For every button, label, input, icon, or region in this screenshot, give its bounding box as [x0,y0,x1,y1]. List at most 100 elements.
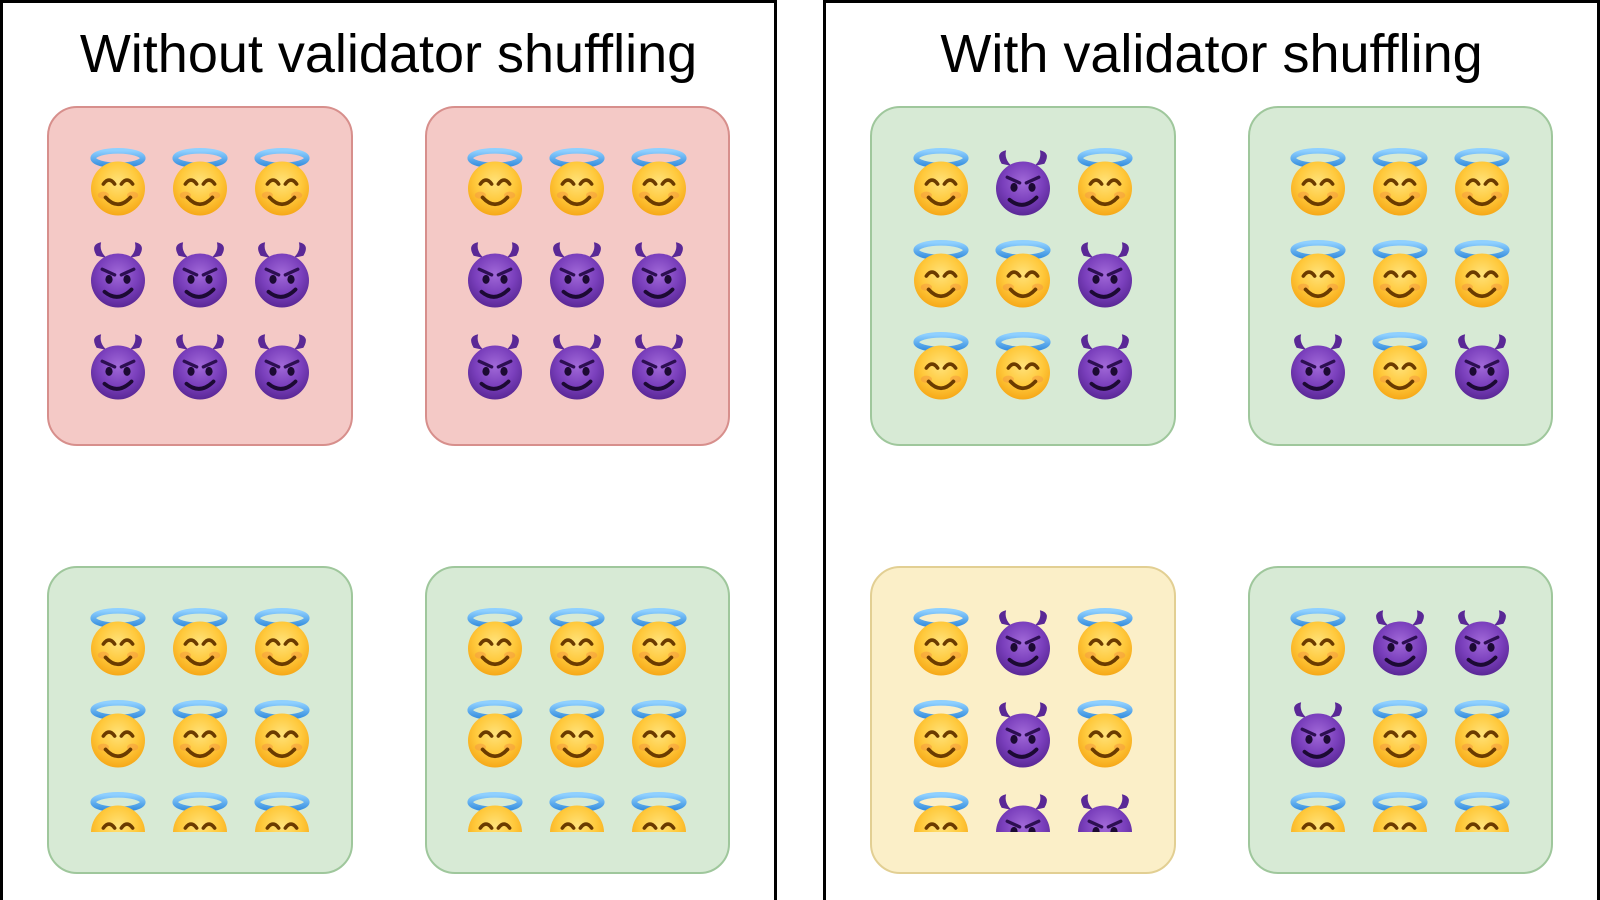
panel-title-without: Without validator shuffling [47,25,730,84]
devil-icon [82,240,154,312]
validator-row [459,332,695,404]
validator-row [459,700,695,772]
devil-icon [987,700,1059,772]
devil-icon [987,148,1059,220]
angel-icon [905,332,977,404]
angel-icon [987,332,1059,404]
validator-row [905,148,1141,220]
validator-row [459,240,695,312]
devil-icon [1282,700,1354,772]
angel-icon [623,608,695,680]
validator-row [1282,240,1518,312]
devil-icon [246,240,318,312]
angel-icon [164,700,236,772]
angel-icon [541,792,613,832]
panel-without-shuffling: Without validator shuffling [0,0,777,900]
diagram-stage: Without validator shuffling [0,0,1600,900]
angel-icon [1364,792,1436,832]
devil-icon [1069,332,1141,404]
angel-icon [459,792,531,832]
angel-icon [164,148,236,220]
angel-icon [82,608,154,680]
angel-icon [905,700,977,772]
validator-row [82,608,318,680]
angel-icon [459,608,531,680]
panel-with-shuffling: With validator shuffling [823,0,1600,900]
angel-icon [1364,332,1436,404]
angel-icon [246,792,318,832]
validator-row [82,792,318,832]
validator-row [82,148,318,220]
devil-icon [164,332,236,404]
validator-row [1282,148,1518,220]
angel-icon [1446,792,1518,832]
devil-icon [1069,792,1141,832]
devil-icon [1069,240,1141,312]
angel-icon [1446,700,1518,772]
committee-grid-without [47,106,730,874]
committee-card [870,106,1176,446]
devil-icon [623,240,695,312]
devil-icon [541,240,613,312]
validator-row [905,608,1141,680]
angel-icon [1446,148,1518,220]
validator-row [459,792,695,832]
angel-icon [1282,240,1354,312]
devil-icon [541,332,613,404]
validator-row [459,608,695,680]
devil-icon [987,792,1059,832]
committee-card [425,106,731,446]
angel-icon [905,148,977,220]
committee-card [47,566,353,874]
angel-icon [82,700,154,772]
angel-icon [82,792,154,832]
angel-icon [1069,148,1141,220]
angel-icon [1282,792,1354,832]
validator-row [905,792,1141,832]
angel-icon [164,792,236,832]
angel-icon [459,700,531,772]
devil-icon [459,240,531,312]
devil-icon [1446,332,1518,404]
angel-icon [1364,700,1436,772]
angel-icon [987,240,1059,312]
angel-icon [1364,240,1436,312]
angel-icon [905,608,977,680]
angel-icon [164,608,236,680]
devil-icon [623,332,695,404]
devil-icon [459,332,531,404]
angel-icon [82,148,154,220]
angel-icon [246,700,318,772]
validator-row [1282,792,1518,832]
angel-icon [905,240,977,312]
committee-card [1248,106,1554,446]
angel-icon [541,700,613,772]
angel-icon [1282,148,1354,220]
validator-row [82,240,318,312]
devil-icon [82,332,154,404]
devil-icon [164,240,236,312]
angel-icon [1446,240,1518,312]
devil-icon [1446,608,1518,680]
committee-card [425,566,731,874]
validator-row [1282,608,1518,680]
devil-icon [987,608,1059,680]
angel-icon [541,148,613,220]
angel-icon [459,148,531,220]
validator-row [82,700,318,772]
angel-icon [1282,608,1354,680]
committee-grid-with [870,106,1553,874]
validator-row [905,240,1141,312]
committee-card [47,106,353,446]
validator-row [1282,700,1518,772]
angel-icon [1364,148,1436,220]
devil-icon [1282,332,1354,404]
angel-icon [623,792,695,832]
validator-row [905,332,1141,404]
angel-icon [623,148,695,220]
validator-row [905,700,1141,772]
committee-card [1248,566,1554,874]
angel-icon [246,608,318,680]
angel-icon [905,792,977,832]
angel-icon [1069,700,1141,772]
